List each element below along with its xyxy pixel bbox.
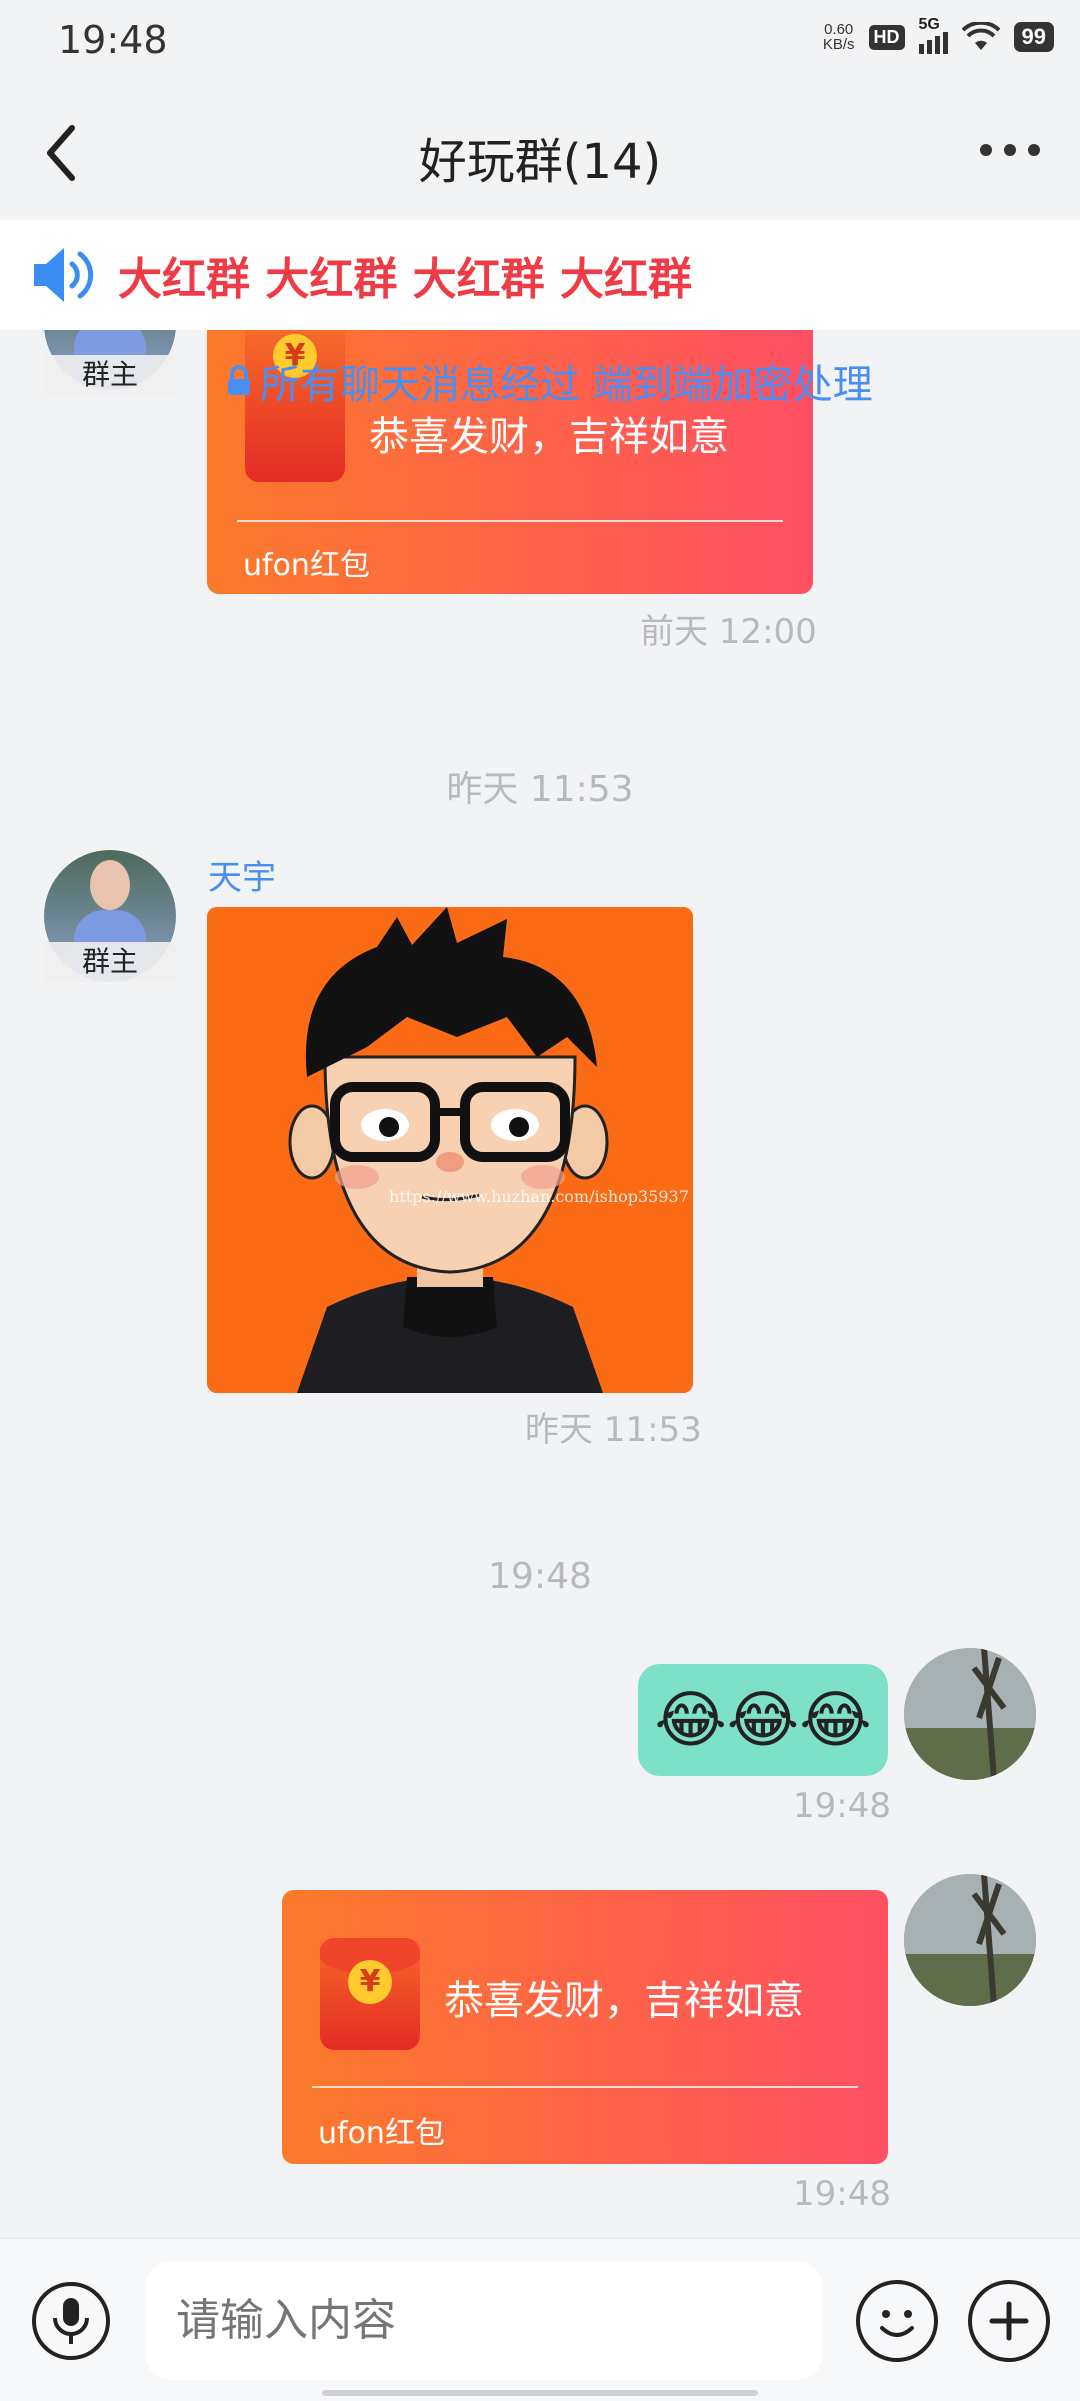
home-indicator[interactable] [322,2390,758,2396]
encryption-text: 所有聊天消息经过 端到端加密处理 [260,362,873,408]
emoji-button[interactable] [856,2280,938,2362]
speaker-icon [34,248,94,302]
microphone-icon [53,2298,89,2344]
divider-time: 昨天 11:53 [446,769,634,810]
red-packet-divider [237,520,783,522]
red-packet-text: 恭喜发财，吉祥如意 [369,414,729,460]
image-watermark: https://www.huzhan.com/ishop35937 [389,1187,689,1206]
tree-landscape-icon [904,1648,1036,1780]
status-icons: 0.60 KB/s HD 5G 99 [823,16,1054,54]
more-button[interactable] [980,140,1040,160]
sender-name[interactable]: 天宇 [208,850,276,899]
page-title: 好玩群(14) [418,134,662,190]
owner-badge: 群主 [44,355,176,395]
self-avatar[interactable] [904,1874,1036,2006]
wifi-icon [961,22,1000,50]
voice-button[interactable] [32,2282,110,2360]
lock-icon [228,365,250,395]
plus-button[interactable] [968,2280,1050,2362]
message-time: 昨天 11:53 [525,1410,702,1450]
red-packet-label: ufon红包 [243,548,370,583]
message-time: 19:48 [793,1786,891,1826]
encryption-notice: 所有聊天消息经过 端到端加密处理 [226,352,873,410]
divider-time: 19:48 [488,1556,592,1597]
tree-landscape-icon [904,1874,1036,2006]
cartoon-portrait-image [207,907,693,1393]
battery-icon: 99 [1013,22,1054,52]
hd-icon: HD [868,24,905,50]
more-dot-icon [1004,144,1016,156]
status-time: 19:48 [58,18,168,62]
red-packet-label: ufon红包 [318,2116,445,2151]
emoji-bubble[interactable]: 😂😂😂 [638,1664,888,1776]
signal-icon: 5G [918,16,948,54]
more-dot-icon [1028,144,1040,156]
smiley-icon [880,2310,914,2337]
red-packet-icon: ¥ [320,1938,420,2050]
self-avatar[interactable] [904,1648,1036,1780]
message-time: 19:48 [793,2174,891,2214]
red-packet-card[interactable]: ¥ 恭喜发财，吉祥如意 ufon红包 [282,1890,888,2164]
net-speed: 0.60 KB/s [823,22,855,52]
net-speed-value: 0.60 [824,21,854,38]
more-dot-icon [980,144,992,156]
notice-text: 大红群 大红群 大红群 大红群 [118,254,692,305]
red-packet-divider [312,2086,858,2088]
plus-icon [989,2301,1029,2341]
net-speed-unit: KB/s [822,36,855,53]
message-time: 前天 12:00 [640,612,817,652]
network-type: 5G [918,16,940,33]
image-message[interactable]: https://www.huzhan.com/ishop35937 [207,907,693,1393]
yuan-coin-icon: ¥ [348,1960,392,2004]
red-packet-text: 恭喜发财，吉祥如意 [444,1978,804,2024]
owner-badge: 群主 [44,942,176,982]
notice-banner[interactable]: 大红群 大红群 大红群 大红群 [0,220,1080,330]
laugh-cry-emoji: 😂😂😂 [654,1683,872,1756]
message-input[interactable] [146,2262,822,2380]
